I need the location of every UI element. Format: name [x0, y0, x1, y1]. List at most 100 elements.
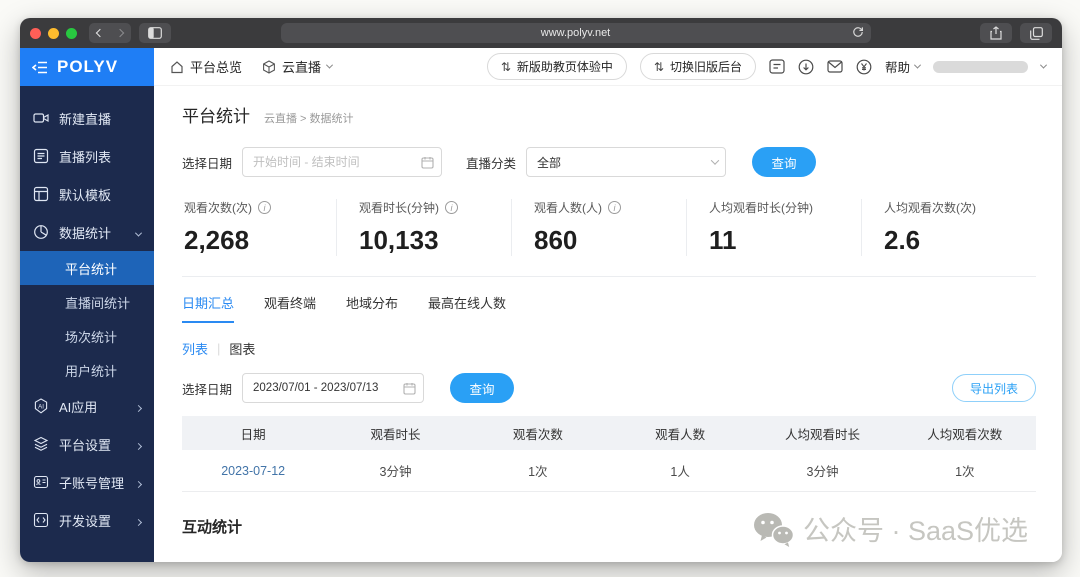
chevron-down-icon[interactable]: [1039, 61, 1048, 69]
swap-arrows-icon: ⇅: [653, 59, 664, 74]
messages-button[interactable]: [827, 60, 843, 73]
table-filter-row: 选择日期 查询 导出列表: [182, 373, 1036, 403]
tab-region[interactable]: 地域分布: [346, 293, 398, 323]
column-header: 观看人数: [655, 427, 706, 442]
new-assistant-pill-button[interactable]: ⇅ 新版助教页体验中: [486, 53, 627, 80]
tabs-overview-button[interactable]: [1020, 23, 1052, 43]
tab-peak-online[interactable]: 最高在线人数: [428, 293, 506, 323]
cell-avg-duration: 3分钟: [806, 465, 839, 479]
minimize-window-button[interactable]: [48, 27, 59, 39]
sidebar-item-new-live[interactable]: 新建直播: [20, 99, 154, 137]
stat-label: 观看人数(人): [534, 201, 602, 215]
back-icon[interactable]: [95, 28, 105, 38]
logo-bar: POLYV: [20, 48, 154, 86]
breadcrumb: 云直播 > 数据统计: [264, 113, 354, 125]
cube-icon: [263, 59, 275, 74]
layers-icon: [33, 436, 49, 451]
chart-view-toggle[interactable]: 图表: [229, 339, 255, 358]
id-card-icon: [33, 475, 49, 489]
sidebar: POLYV 新建直播 直播列表 默认模板 数据统计 平台统计 直播间统计 场次统…: [20, 48, 154, 562]
sidebar-item-data-stats[interactable]: 数据统计: [20, 213, 154, 251]
sidebar-item-default-template[interactable]: 默认模板: [20, 175, 154, 213]
nav-label: 云直播: [282, 60, 322, 75]
table-row: 2023-07-12 3分钟 1次 1人 3分钟 1次: [182, 450, 1036, 492]
forward-icon[interactable]: [115, 28, 125, 38]
download-button[interactable]: [798, 59, 814, 75]
sidebar-item-dev-settings[interactable]: 开发设置: [20, 501, 154, 539]
tab-device[interactable]: 观看终端: [264, 293, 316, 323]
stat-value: 2,268: [184, 225, 250, 255]
info-icon[interactable]: [258, 201, 271, 214]
mail-icon: [827, 60, 843, 73]
cell-date[interactable]: 2023-07-12: [182, 464, 324, 478]
stat-value: 860: [534, 225, 578, 255]
close-window-button[interactable]: [30, 27, 41, 39]
info-icon[interactable]: [608, 201, 621, 214]
query-button[interactable]: 查询: [752, 147, 817, 177]
chevron-down-icon: [913, 61, 922, 69]
sidebar-subitem-user-stats[interactable]: 用户统计: [20, 353, 154, 387]
code-icon: [33, 512, 49, 528]
sidebar-item-subaccount[interactable]: 子账号管理: [20, 463, 154, 501]
sidebar-item-label: 直播列表: [59, 149, 112, 165]
address-bar[interactable]: www.polyv.net: [280, 23, 871, 43]
tabs-icon: [1029, 26, 1043, 40]
collapse-menu-icon[interactable]: [32, 61, 48, 74]
date-filter-label: 选择日期: [182, 156, 233, 171]
column-header: 人均观看次数: [927, 427, 1003, 442]
polyv-logo: POLYV: [57, 57, 119, 76]
switch-old-version-pill-button[interactable]: ⇅ 切换旧版后台: [639, 53, 756, 80]
sidebar-subitem-platform-stats[interactable]: 平台统计: [20, 251, 154, 285]
yuan-icon: [856, 59, 872, 74]
template-icon: [33, 186, 49, 202]
sidebar-subitem-session-stats[interactable]: 场次统计: [20, 319, 154, 353]
date-range-input[interactable]: [242, 147, 443, 177]
tab-date-summary[interactable]: 日期汇总: [182, 293, 235, 323]
share-icon: [990, 26, 1002, 40]
page-title: 平台统计: [182, 107, 250, 126]
stats-row: 观看次数(次) 2,268 观看时长(分钟) 10,133: [182, 199, 1036, 277]
nav-platform-overview[interactable]: 平台总览: [170, 57, 242, 76]
nav-cloud-live[interactable]: 云直播: [262, 57, 334, 76]
window-controls: [30, 27, 77, 39]
sidebar-item-label: 平台设置: [59, 437, 112, 453]
billing-button[interactable]: [856, 59, 872, 75]
cell-view-count: 1次: [528, 465, 548, 479]
export-list-button[interactable]: 导出列表: [951, 374, 1036, 402]
nav-label: 平台总览: [190, 60, 243, 75]
stat-card-viewers: 观看人数(人) 860: [511, 199, 686, 256]
chevron-down-icon: [134, 225, 143, 240]
browser-chrome: www.polyv.net: [20, 18, 1062, 48]
column-header: 日期: [240, 427, 266, 442]
help-menu[interactable]: 帮助: [885, 57, 922, 76]
sidebar-subitem-room-stats[interactable]: 直播间统计: [20, 285, 154, 319]
watermark-text: 公众号 · SaaS优选: [802, 516, 1028, 546]
swap-arrows-icon: ⇅: [500, 59, 511, 74]
chevron-right-icon: [134, 399, 143, 414]
list-view-toggle[interactable]: 列表: [182, 339, 208, 358]
maximize-window-button[interactable]: [66, 27, 77, 39]
cell-watch-duration: 3分钟: [379, 465, 412, 479]
pill-label: 新版助教页体验中: [516, 60, 613, 74]
chevron-right-icon: [134, 475, 143, 490]
sidebar-item-label: 新建直播: [59, 111, 112, 127]
notice-button[interactable]: [769, 59, 785, 74]
info-icon[interactable]: [445, 201, 458, 214]
sidebar-item-ai-apps[interactable]: AI AI应用: [20, 387, 154, 425]
chevron-right-icon: [134, 437, 143, 452]
wechat-icon: [753, 512, 794, 547]
stats-tabs: 日期汇总 观看终端 地域分布 最高在线人数: [182, 293, 1036, 323]
table-query-button[interactable]: 查询: [450, 373, 515, 403]
stat-card-avg-duration: 人均观看时长(分钟) 11: [686, 199, 861, 256]
account-name-redacted[interactable]: [933, 60, 1028, 73]
reload-icon[interactable]: [852, 26, 864, 41]
stat-card-views: 观看次数(次) 2,268: [182, 199, 336, 256]
category-select[interactable]: [526, 147, 727, 177]
sidebar-item-live-list[interactable]: 直播列表: [20, 137, 154, 175]
stat-card-duration: 观看时长(分钟) 10,133: [336, 199, 511, 256]
sidebar-item-platform-settings[interactable]: 平台设置: [20, 425, 154, 463]
table-date-range-input[interactable]: [242, 373, 425, 403]
sidebar-toggle-button[interactable]: [139, 23, 171, 43]
column-header: 观看次数: [512, 427, 563, 442]
share-button[interactable]: [980, 23, 1012, 43]
